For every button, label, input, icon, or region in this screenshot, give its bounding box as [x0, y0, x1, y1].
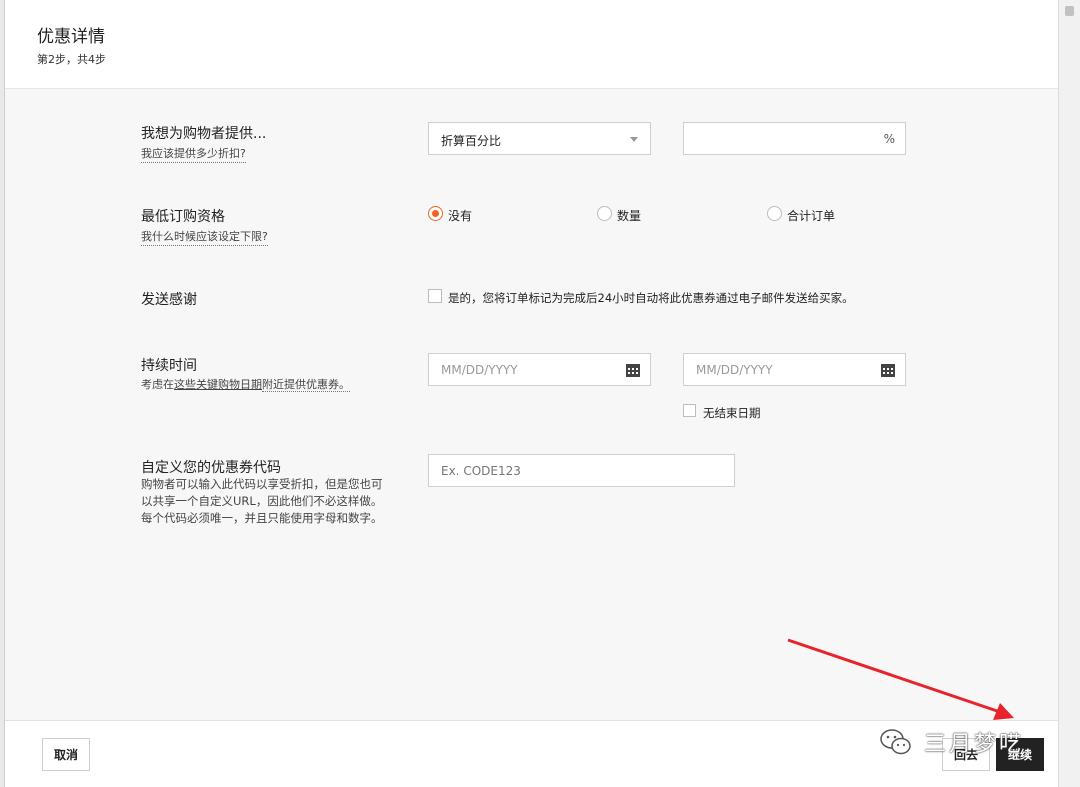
- radio-quantity-label: 数量: [617, 209, 642, 223]
- step-indicator: 第2步，共4步: [37, 53, 106, 66]
- radio-order-total[interactable]: [767, 206, 782, 221]
- percent-suffix: %: [883, 132, 895, 146]
- end-date-input[interactable]: MM/DD/YYYY: [683, 353, 906, 386]
- calendar-icon[interactable]: [626, 363, 640, 377]
- watermark: 三月梦呓: [880, 722, 1050, 762]
- duration-help: 考虑在这些关键购物日期附近提供优惠券。: [141, 376, 350, 392]
- wechat-icon: [880, 729, 911, 755]
- discount-type-value: 折算百分比: [441, 134, 502, 148]
- calendar-icon[interactable]: [881, 363, 895, 377]
- minimum-label: 最低订购资格: [141, 209, 225, 225]
- radio-order-total-label: 合计订单: [787, 209, 836, 223]
- radio-quantity[interactable]: [597, 206, 612, 221]
- end-date-placeholder: MM/DD/YYYY: [696, 363, 773, 377]
- chevron-down-icon: [630, 137, 638, 142]
- no-end-date-label: 无结束日期: [703, 406, 761, 420]
- watermark-text: 三月梦呓: [924, 732, 1025, 757]
- thanks-checkbox[interactable]: [428, 289, 442, 303]
- modal-header: 优惠详情 第2步，共4步: [5, 0, 1059, 89]
- discount-type-select[interactable]: 折算百分比: [428, 122, 651, 155]
- modal-body: 我想为购物者提供... 我应该提供多少折扣? 折算百分比 % 最低订购资格 我什…: [5, 89, 1059, 720]
- shopping-dates-link[interactable]: 这些关键购物日期: [174, 378, 262, 391]
- modal-title: 优惠详情: [37, 27, 105, 47]
- duration-help-suffix: 附近提供优惠券。: [262, 378, 350, 392]
- duration-label: 持续时间: [141, 358, 197, 374]
- start-date-input[interactable]: MM/DD/YYYY: [428, 353, 651, 386]
- scrollbar-thumb[interactable]: [1065, 6, 1074, 16]
- coupon-code-input[interactable]: [428, 454, 735, 487]
- scrollbar[interactable]: [1058, 0, 1080, 787]
- code-label: 自定义您的优惠券代码: [141, 460, 281, 476]
- thanks-label: 发送感谢: [141, 292, 197, 308]
- radio-none-label: 没有: [448, 209, 473, 223]
- no-end-date-checkbox[interactable]: [683, 404, 696, 417]
- duration-help-prefix: 考虑在: [141, 378, 174, 391]
- discount-help-link[interactable]: 我应该提供多少折扣?: [141, 145, 246, 163]
- start-date-placeholder: MM/DD/YYYY: [441, 363, 518, 377]
- minimum-help-link[interactable]: 我什么时候应该设定下限?: [141, 228, 268, 246]
- radio-none[interactable]: [428, 206, 443, 221]
- thanks-checkbox-label: 是的，您将订单标记为完成后24小时自动将此优惠券通过电子邮件发送给买家。: [448, 291, 854, 305]
- discount-label: 我想为购物者提供...: [141, 126, 267, 142]
- cancel-button[interactable]: 取消: [42, 738, 90, 771]
- discount-amount-input[interactable]: %: [683, 122, 906, 155]
- coupon-modal: 优惠详情 第2步，共4步 我想为购物者提供... 我应该提供多少折扣? 折算百分…: [4, 0, 1059, 787]
- code-description: 购物者可以输入此代码以享受折扣，但是您也可以共享一个自定义URL，因此他们不必这…: [141, 477, 383, 525]
